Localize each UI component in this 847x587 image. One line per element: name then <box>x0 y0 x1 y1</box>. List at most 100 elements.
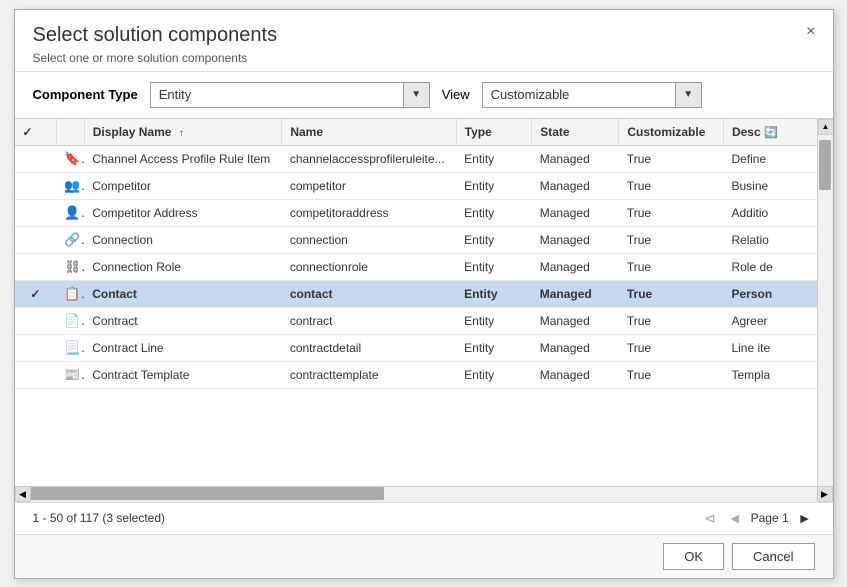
row-customizable: True <box>619 172 724 199</box>
row-name: contractdetail <box>282 334 456 361</box>
row-name: contact <box>282 280 456 307</box>
col-header-customizable[interactable]: Customizable <box>619 119 724 146</box>
page-next-button[interactable]: ► <box>795 509 815 527</box>
row-type: Entity <box>456 172 532 199</box>
dialog-footer: OK Cancel <box>15 534 833 578</box>
table-row[interactable]: 📰 Contract Template contracttemplate Ent… <box>15 361 817 388</box>
component-type-arrow: ▼ <box>403 83 429 107</box>
row-check <box>15 361 57 388</box>
row-icon: 🔗 <box>56 226 84 253</box>
col-header-type[interactable]: Type <box>456 119 532 146</box>
select-solution-dialog: Select solution components Select one or… <box>14 9 834 579</box>
h-scroll-thumb <box>31 487 385 500</box>
row-check <box>15 334 57 361</box>
row-displayname: Contract Line <box>84 334 282 361</box>
row-icon: 📄 <box>56 307 84 334</box>
row-check <box>15 199 57 226</box>
scroll-right-button[interactable]: ▶ <box>817 486 833 502</box>
row-displayname: Connection Role <box>84 253 282 280</box>
page-first-button[interactable]: ⊲ <box>701 509 719 528</box>
component-type-value: Entity <box>151 87 403 102</box>
ok-button[interactable]: OK <box>663 543 724 570</box>
row-type: Entity <box>456 253 532 280</box>
row-customizable: True <box>619 334 724 361</box>
table-area: ✓ Display Name ↑ Name Type State Customi… <box>15 119 833 502</box>
view-arrow: ▼ <box>675 83 701 107</box>
h-scroll-track <box>31 486 817 502</box>
table-row[interactable]: 📃 Contract Line contractdetail Entity Ma… <box>15 334 817 361</box>
row-customizable: True <box>619 307 724 334</box>
filter-bar: Component Type Entity ▼ View Customizabl… <box>15 72 833 119</box>
row-check <box>15 145 57 172</box>
row-desc: Line ite <box>723 334 816 361</box>
row-icon: ⛓ <box>56 253 84 280</box>
row-type: Entity <box>456 280 532 307</box>
scroll-left-button[interactable]: ◀ <box>15 486 31 502</box>
table-row[interactable]: 🔗 Connection connection Entity Managed T… <box>15 226 817 253</box>
sort-arrow-displayname: ↑ <box>179 128 184 139</box>
scroll-thumb <box>819 140 831 190</box>
horizontal-scrollbar[interactable]: ◀ ▶ <box>15 486 833 502</box>
row-customizable: True <box>619 253 724 280</box>
row-state: Managed <box>532 253 619 280</box>
row-name: contracttemplate <box>282 361 456 388</box>
row-displayname: Competitor Address <box>84 199 282 226</box>
row-customizable: True <box>619 361 724 388</box>
dialog-subtitle: Select one or more solution components <box>33 51 815 65</box>
row-state: Managed <box>532 199 619 226</box>
row-desc: Define <box>723 145 816 172</box>
view-dropdown[interactable]: Customizable ▼ <box>482 82 702 108</box>
status-bar: 1 - 50 of 117 (3 selected) ⊲ ◄ Page 1 ► <box>15 502 833 534</box>
page-label: Page 1 <box>751 511 789 525</box>
component-type-dropdown[interactable]: Entity ▼ <box>150 82 430 108</box>
col-header-check[interactable]: ✓ <box>15 119 57 146</box>
scroll-track <box>818 135 833 486</box>
row-displayname: Contract Template <box>84 361 282 388</box>
view-label: View <box>442 87 470 102</box>
row-state: Managed <box>532 334 619 361</box>
row-check <box>15 307 57 334</box>
table-row[interactable]: 🔖 Channel Access Profile Rule Item chann… <box>15 145 817 172</box>
table-row[interactable]: 👤 Competitor Address competitoraddress E… <box>15 199 817 226</box>
row-customizable: True <box>619 145 724 172</box>
row-icon: 🔖 <box>56 145 84 172</box>
row-name: connection <box>282 226 456 253</box>
dialog-title: Select solution components <box>33 24 815 47</box>
view-value: Customizable <box>483 87 675 102</box>
row-desc: Agreer <box>723 307 816 334</box>
col-header-displayname[interactable]: Display Name ↑ <box>84 119 282 146</box>
table-header-row: ✓ Display Name ↑ Name Type State Customi… <box>15 119 817 146</box>
row-check <box>15 172 57 199</box>
col-header-state[interactable]: State <box>532 119 619 146</box>
row-desc: Role de <box>723 253 816 280</box>
row-desc: Person <box>723 280 816 307</box>
table-row[interactable]: 👥 Competitor competitor Entity Managed T… <box>15 172 817 199</box>
table-row[interactable]: ✓ 📋 Contact contact Entity Managed True … <box>15 280 817 307</box>
row-state: Managed <box>532 145 619 172</box>
row-icon: 📰 <box>56 361 84 388</box>
refresh-icon[interactable]: 🔄 <box>764 127 778 139</box>
page-prev-button[interactable]: ◄ <box>725 509 745 527</box>
table-row[interactable]: ⛓ Connection Role connectionrole Entity … <box>15 253 817 280</box>
cancel-button[interactable]: Cancel <box>732 543 814 570</box>
close-button[interactable]: × <box>801 22 820 42</box>
row-check <box>15 253 57 280</box>
vertical-scrollbar[interactable]: ▲ ▼ <box>817 119 833 502</box>
row-state: Managed <box>532 226 619 253</box>
row-name: competitoraddress <box>282 199 456 226</box>
row-desc: Relatio <box>723 226 816 253</box>
col-header-name[interactable]: Name <box>282 119 456 146</box>
row-displayname: Contact <box>84 280 282 307</box>
table-row[interactable]: 📄 Contract contract Entity Managed True … <box>15 307 817 334</box>
row-desc: Additio <box>723 199 816 226</box>
col-header-desc[interactable]: Desc 🔄 <box>723 119 816 146</box>
row-customizable: True <box>619 280 724 307</box>
row-icon: 📃 <box>56 334 84 361</box>
row-type: Entity <box>456 307 532 334</box>
row-state: Managed <box>532 172 619 199</box>
scroll-up-button[interactable]: ▲ <box>818 119 833 135</box>
status-range: 1 - 50 of 117 (3 selected) <box>33 511 166 525</box>
row-displayname: Contract <box>84 307 282 334</box>
row-type: Entity <box>456 334 532 361</box>
row-state: Managed <box>532 307 619 334</box>
